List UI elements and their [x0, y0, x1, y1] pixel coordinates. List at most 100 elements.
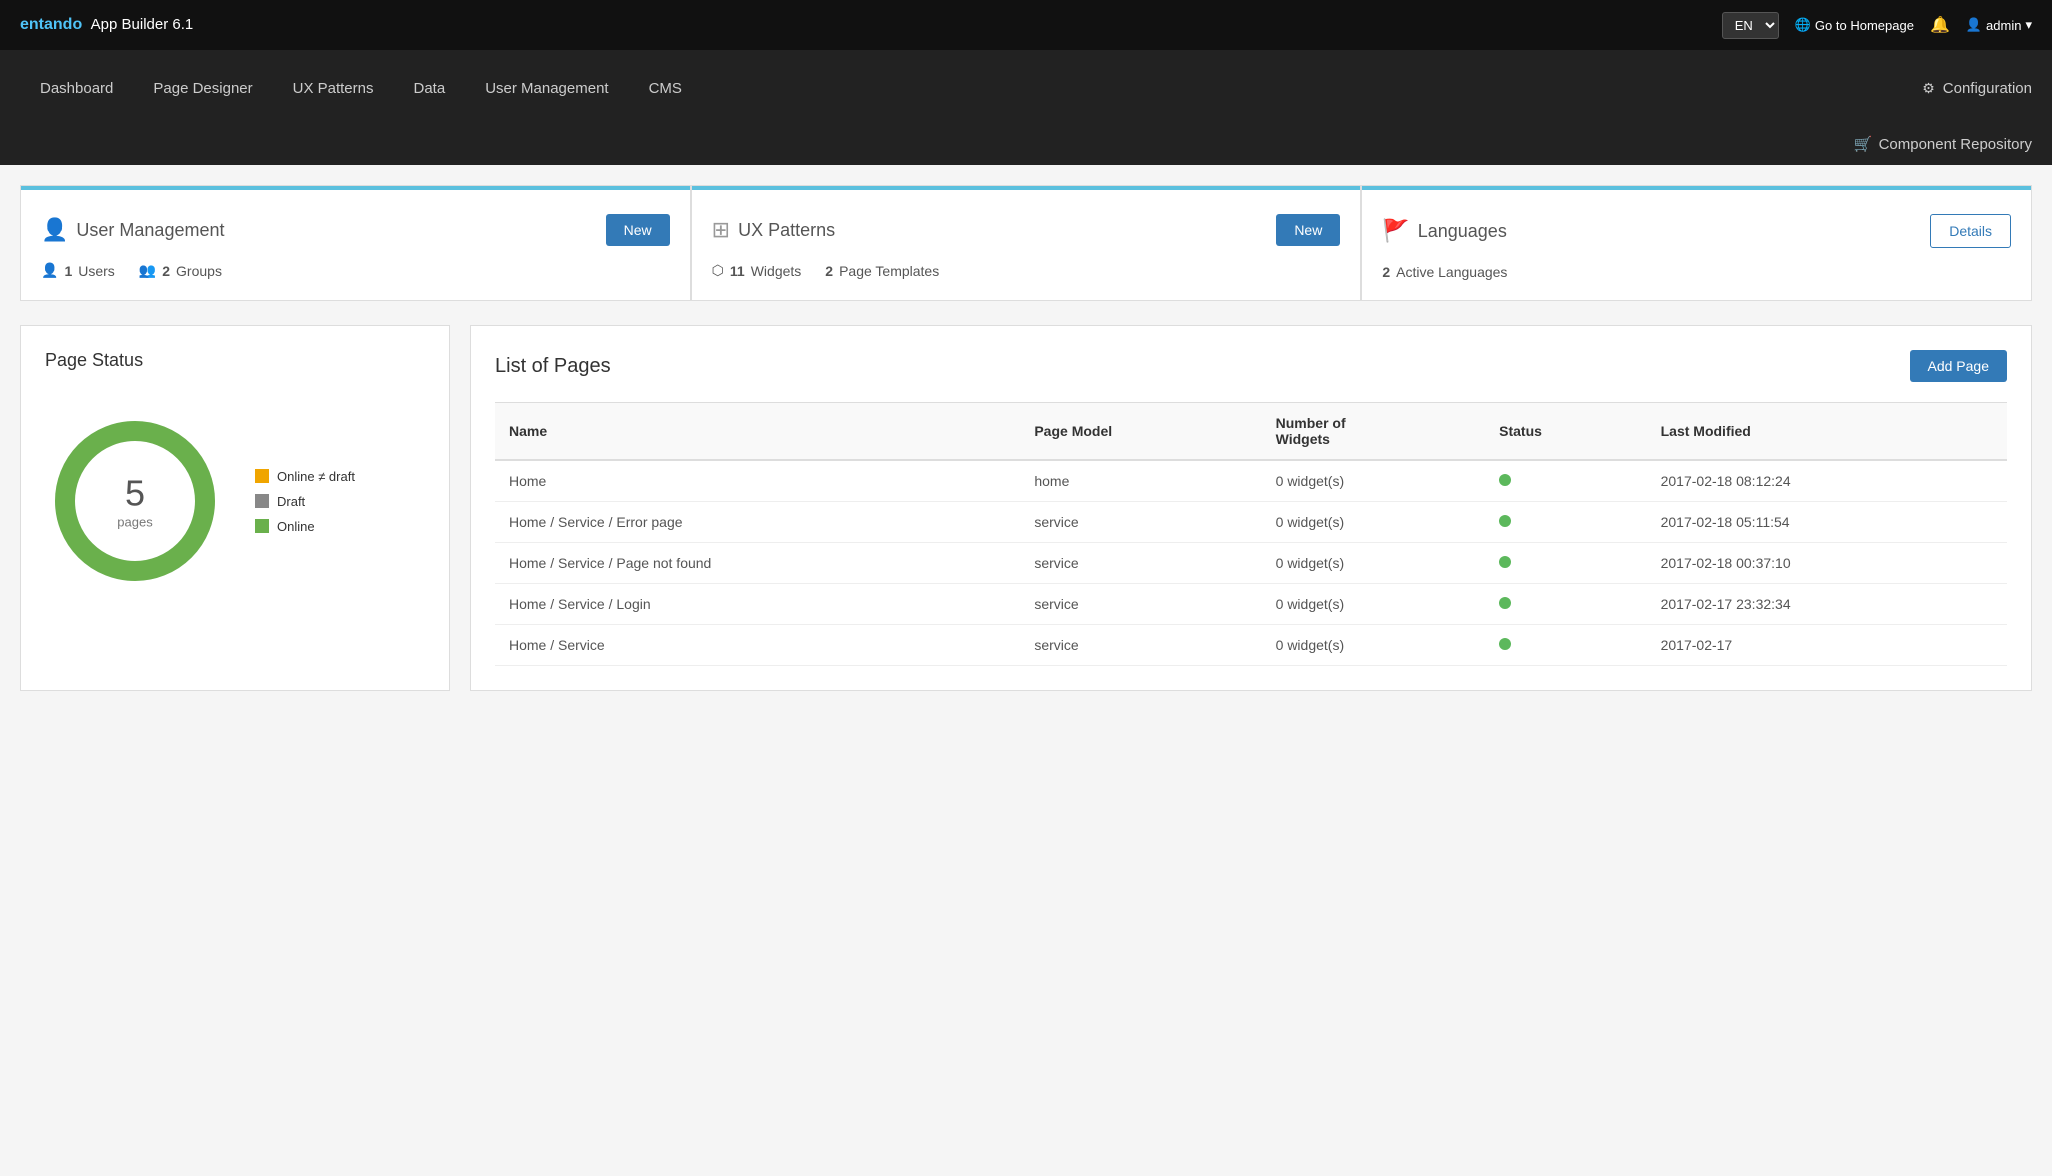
donut-number: 5	[117, 473, 152, 515]
cell-widgets: 0 widget(s)	[1262, 502, 1486, 543]
nav-data[interactable]: Data	[394, 50, 466, 127]
widgets-count: 11	[730, 263, 745, 279]
user-management-card: 👤 User Management New 👤 1 Users 👥 2 Grou…	[20, 185, 691, 301]
languages-stats: 2 Active Languages	[1382, 264, 2011, 280]
status-dot	[1499, 638, 1511, 650]
users-icon: 👤	[41, 262, 58, 279]
nav-page-designer[interactable]: Page Designer	[133, 50, 272, 127]
cell-modified: 2017-02-18 08:12:24	[1647, 460, 2007, 502]
ux-patterns-card: ⊞ UX Patterns New ⬡ 11 Widgets 2 Page Te…	[691, 185, 1362, 301]
widget-icon: ⬡	[712, 262, 724, 279]
admin-label: admin	[1986, 18, 2021, 33]
config-icon: ⚙	[1922, 80, 1935, 97]
user-management-new-button[interactable]: New	[606, 214, 670, 246]
user-management-icon: 👤	[41, 217, 68, 243]
card-header-user-management: 👤 User Management New	[41, 214, 670, 246]
legend-color-online	[255, 519, 269, 533]
languages-icon: 🚩	[1382, 218, 1409, 244]
cell-modified: 2017-02-17	[1647, 625, 2007, 666]
table-row[interactable]: Home / Service / Login service 0 widget(…	[495, 584, 2007, 625]
admin-menu-button[interactable]: 👤 admin ▾	[1966, 17, 2032, 33]
legend-label-online: Online	[277, 519, 315, 534]
goto-homepage-button[interactable]: 🌐 Go to Homepage	[1795, 17, 1914, 33]
topbar: entando App Builder 6.1 EN 🌐 Go to Homep…	[0, 0, 2052, 50]
user-management-title: User Management	[76, 220, 224, 241]
navbar-right: ⚙ Configuration	[1922, 70, 2032, 107]
cell-status	[1485, 460, 1646, 502]
nav-ux-patterns[interactable]: UX Patterns	[273, 50, 394, 127]
legend-draft: Draft	[255, 494, 355, 509]
app-logo: entando App Builder 6.1	[20, 16, 193, 34]
card-header-ux-patterns: ⊞ UX Patterns New	[712, 214, 1341, 246]
users-stat: 👤 1 Users	[41, 262, 115, 279]
pages-table: Name Page Model Number ofWidgets Status …	[495, 402, 2007, 666]
table-row[interactable]: Home / Service / Page not found service …	[495, 543, 2007, 584]
legend: Online ≠ draft Draft Online	[255, 469, 355, 534]
cell-model: service	[1020, 502, 1261, 543]
groups-count: 2	[162, 263, 170, 279]
legend-label-draft: Draft	[277, 494, 305, 509]
list-pages-header: List of Pages Add Page	[495, 350, 2007, 382]
languages-card: 🚩 Languages Details 2 Active Languages	[1361, 185, 2032, 301]
add-page-button[interactable]: Add Page	[1910, 350, 2008, 382]
list-of-pages-card: List of Pages Add Page Name Page Model N…	[470, 325, 2032, 691]
status-dot	[1499, 556, 1511, 568]
list-pages-title: List of Pages	[495, 355, 611, 378]
nav-cms[interactable]: CMS	[629, 50, 702, 127]
cell-status	[1485, 584, 1646, 625]
chart-area: 5 pages Online ≠ draft Draft	[45, 391, 425, 611]
page-templates-count: 2	[825, 263, 833, 279]
table-row[interactable]: Home / Service / Error page service 0 wi…	[495, 502, 2007, 543]
component-repository-link[interactable]: 🛒 Component Repository	[1854, 135, 2032, 153]
cell-name: Home	[495, 460, 1020, 502]
cell-widgets: 0 widget(s)	[1262, 625, 1486, 666]
status-dot	[1499, 515, 1511, 527]
configuration-link[interactable]: Configuration	[1943, 80, 2032, 97]
nav-dashboard[interactable]: Dashboard	[20, 50, 133, 127]
table-row[interactable]: Home home 0 widget(s) 2017-02-18 08:12:2…	[495, 460, 2007, 502]
page-templates-stat: 2 Page Templates	[825, 262, 939, 279]
nav-user-management[interactable]: User Management	[465, 50, 628, 127]
cell-name: Home / Service	[495, 625, 1020, 666]
cell-widgets: 0 widget(s)	[1262, 584, 1486, 625]
cell-name: Home / Service / Login	[495, 584, 1020, 625]
users-label: Users	[78, 263, 115, 279]
card-title-ux-patterns: ⊞ UX Patterns	[712, 217, 835, 243]
user-icon: 👤	[1966, 17, 1982, 33]
legend-color-online-ne-draft	[255, 469, 269, 483]
ux-patterns-title: UX Patterns	[738, 220, 835, 241]
col-status: Status	[1485, 403, 1646, 461]
language-selector[interactable]: EN	[1722, 12, 1779, 39]
cell-status	[1485, 543, 1646, 584]
page-status-card: Page Status 5 pages	[20, 325, 450, 691]
logo-entando: entando	[20, 16, 82, 33]
active-count: 2	[1382, 264, 1390, 280]
status-dot	[1499, 474, 1511, 486]
cell-model: service	[1020, 584, 1261, 625]
legend-color-draft	[255, 494, 269, 508]
navbar-main: Dashboard Page Designer UX Patterns Data…	[20, 50, 1922, 127]
table-header-row: Name Page Model Number ofWidgets Status …	[495, 403, 2007, 461]
app-title: App Builder 6.1	[91, 16, 194, 33]
table-row[interactable]: Home / Service service 0 widget(s) 2017-…	[495, 625, 2007, 666]
legend-online: Online	[255, 519, 355, 534]
cell-status	[1485, 502, 1646, 543]
cell-name: Home / Service / Error page	[495, 502, 1020, 543]
goto-homepage-label: Go to Homepage	[1815, 18, 1914, 33]
active-languages-stat: 2 Active Languages	[1382, 264, 1507, 280]
cell-modified: 2017-02-17 23:32:34	[1647, 584, 2007, 625]
globe-icon: 🌐	[1795, 17, 1811, 33]
card-top-border-ux	[692, 186, 1361, 190]
cell-status	[1485, 625, 1646, 666]
ux-patterns-new-button[interactable]: New	[1276, 214, 1340, 246]
notifications-icon[interactable]: 🔔	[1930, 15, 1950, 35]
ux-patterns-icon: ⊞	[712, 217, 730, 243]
languages-details-button[interactable]: Details	[1930, 214, 2011, 248]
widgets-label: Widgets	[751, 263, 802, 279]
languages-title: Languages	[1418, 221, 1507, 242]
cell-widgets: 0 widget(s)	[1262, 460, 1486, 502]
status-dot	[1499, 597, 1511, 609]
page-status-title: Page Status	[45, 350, 425, 371]
donut-text: pages	[117, 515, 152, 530]
active-label: Active Languages	[1396, 264, 1507, 280]
